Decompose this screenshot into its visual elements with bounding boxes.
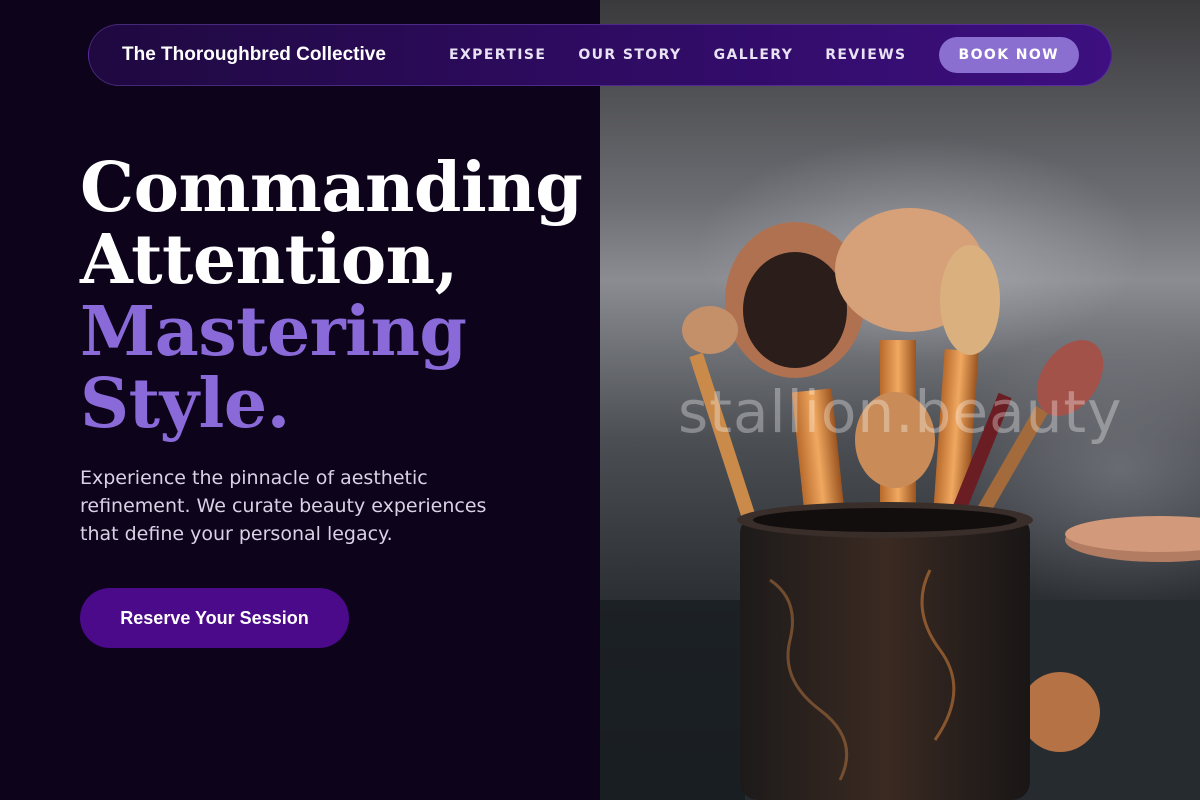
image-watermark: stallion.beauty [678,378,1123,446]
headline-line-1: Commanding [80,148,583,228]
nav-link-gallery[interactable]: GALLERY [714,47,794,63]
nav-link-expertise[interactable]: EXPERTISE [449,47,546,63]
reserve-session-button[interactable]: Reserve Your Session [80,588,349,648]
hero-headline: Commanding Attention, Mastering Style. [80,148,583,444]
headline-line-3: Mastering [80,292,467,372]
nav-links: EXPERTISE OUR STORY GALLERY REVIEWS [449,47,907,63]
nav-link-reviews[interactable]: REVIEWS [825,47,906,63]
headline-line-4: Style. [80,364,290,444]
brand-logo-text[interactable]: The Thoroughbred Collective [122,44,386,66]
top-navigation-bar: The Thoroughbred Collective EXPERTISE OU… [88,24,1112,86]
hero-image: stallion.beauty [600,0,1200,800]
hero-subtitle: Experience the pinnacle of aesthetic ref… [80,467,487,545]
book-now-button[interactable]: BOOK NOW [938,37,1079,73]
nav-link-our-story[interactable]: OUR STORY [578,47,681,63]
headline-line-2: Attention, [80,220,458,300]
